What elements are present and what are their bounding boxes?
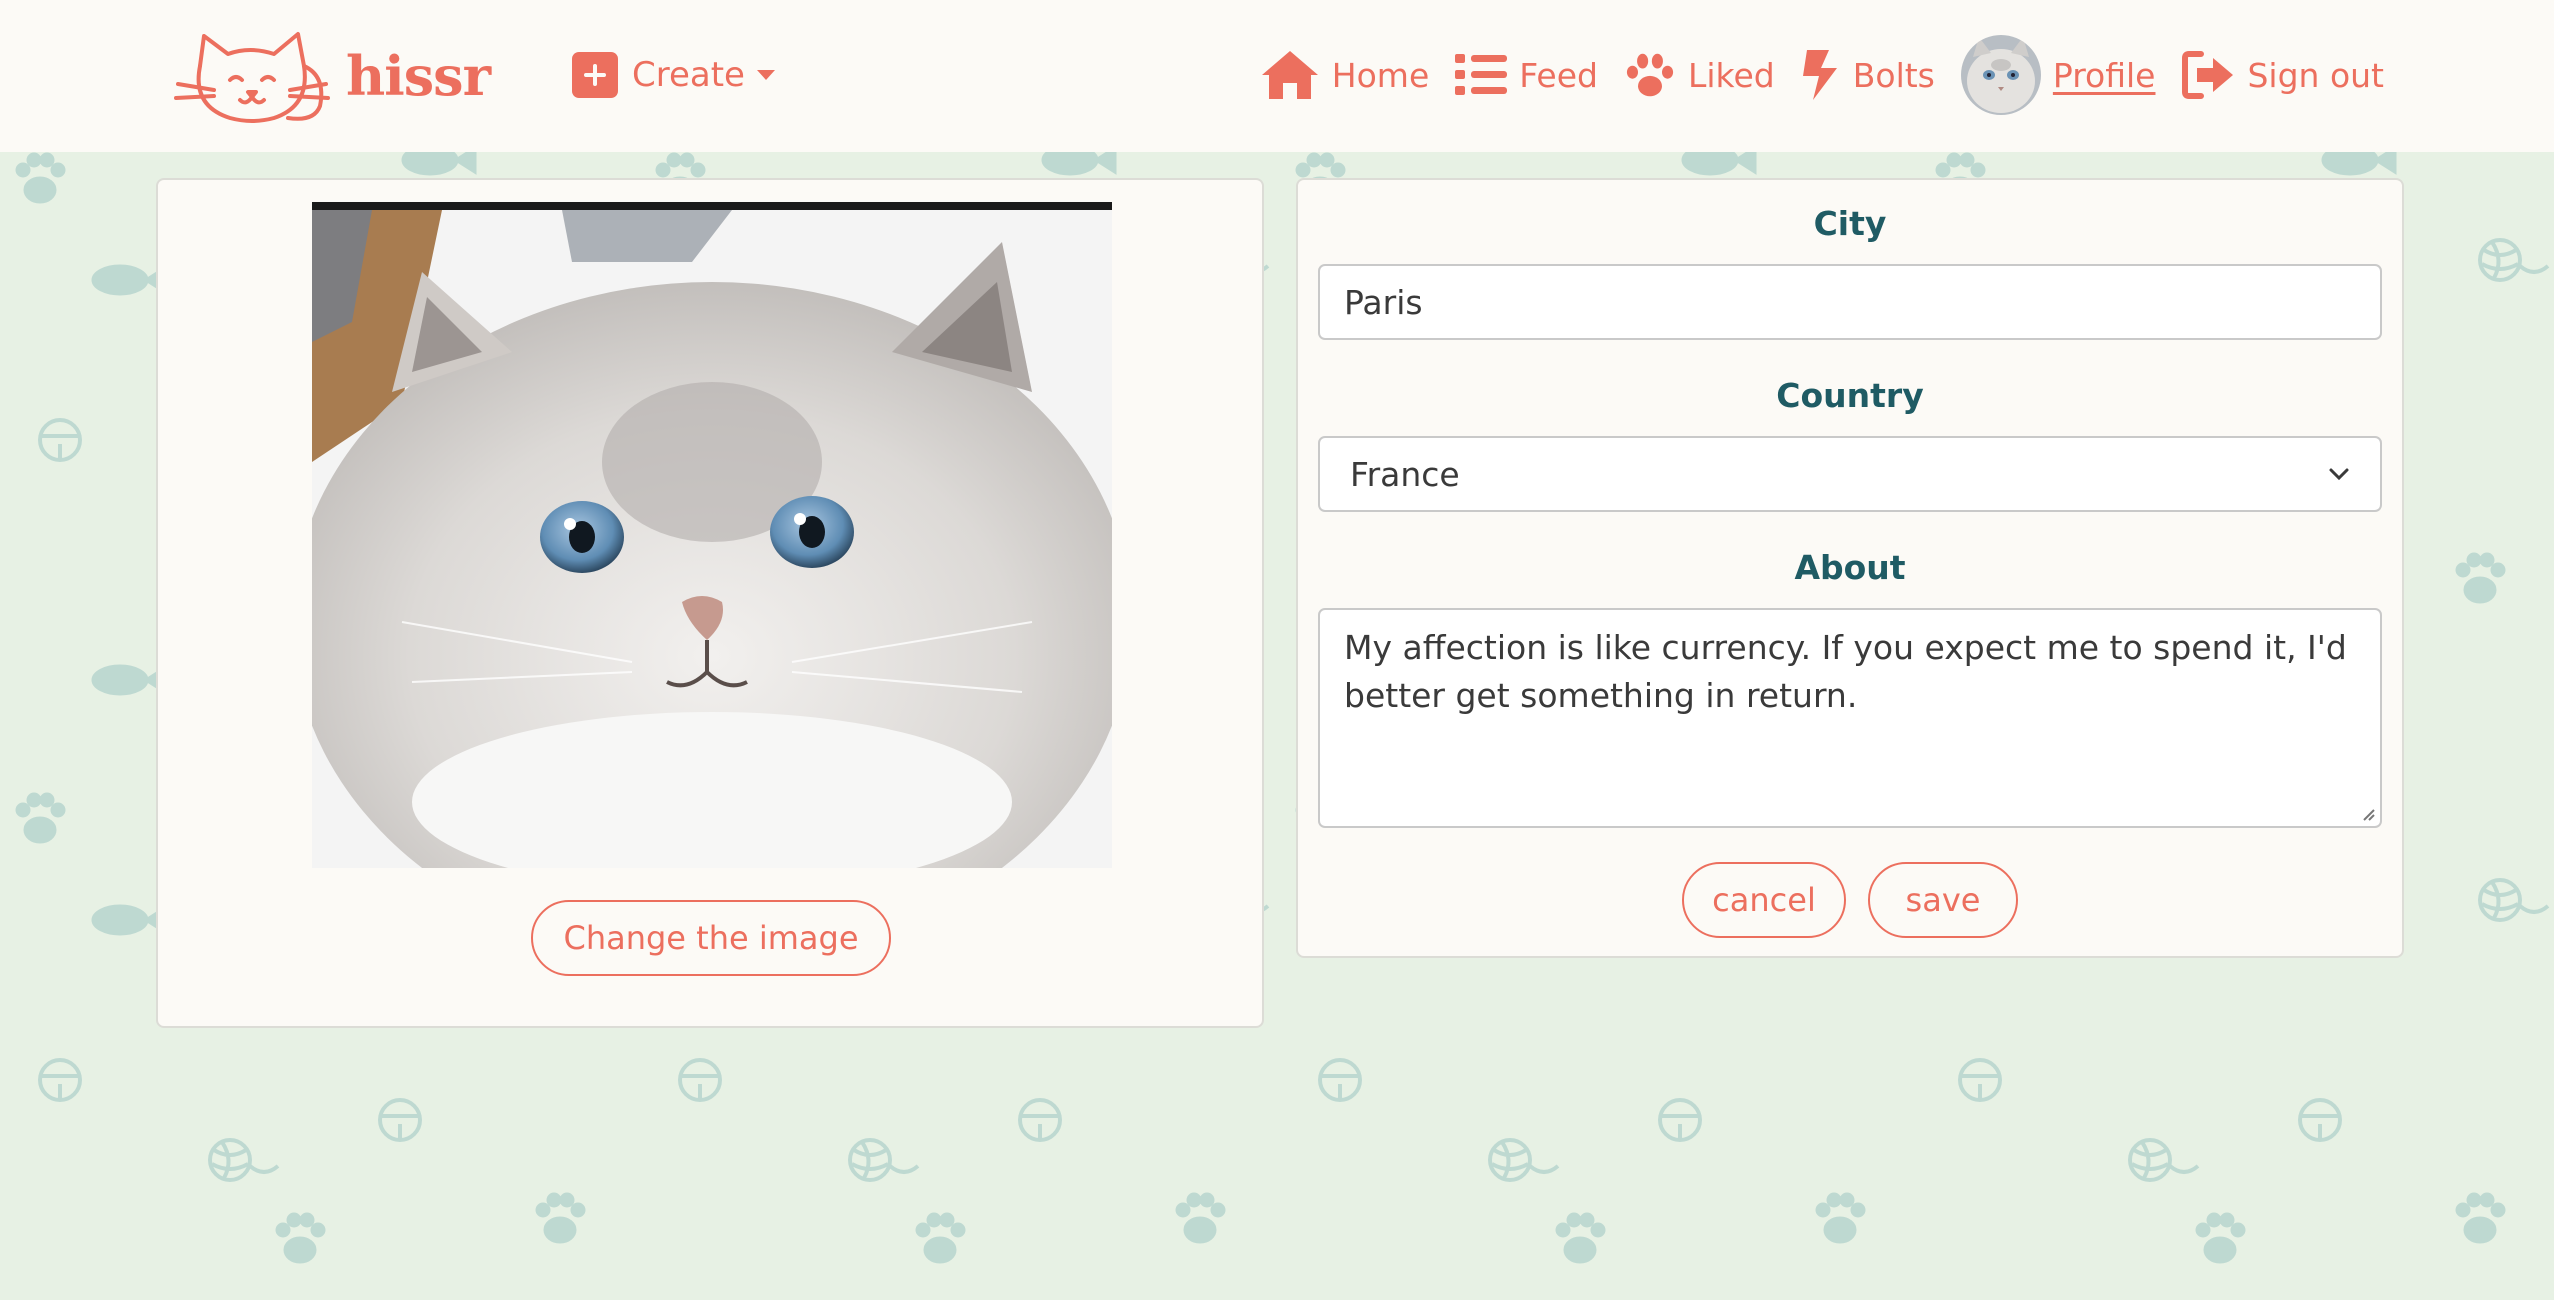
list-icon	[1455, 54, 1508, 95]
country-label: Country	[1776, 376, 1924, 415]
nav-liked[interactable]: Liked	[1624, 51, 1775, 99]
nav-feed-label: Feed	[1519, 55, 1598, 95]
nav-profile[interactable]: Profile	[1960, 35, 2156, 115]
brand-name: hissr	[346, 44, 491, 108]
about-label: About	[1794, 548, 1906, 587]
nav-signout[interactable]: Sign out	[2181, 50, 2384, 100]
resize-handle-icon[interactable]	[2360, 806, 2376, 822]
nav-signout-label: Sign out	[2247, 55, 2384, 95]
brand-link[interactable]: hissr	[170, 26, 491, 126]
nav-home[interactable]: Home	[1260, 49, 1429, 101]
cancel-button[interactable]: cancel	[1682, 862, 1846, 938]
profile-form-card: City Paris Country France About My affec…	[1296, 178, 2404, 958]
create-label: Create	[632, 55, 745, 95]
country-select[interactable]: France	[1318, 436, 2382, 512]
nav-liked-label: Liked	[1687, 55, 1775, 95]
nav-home-label: Home	[1331, 55, 1430, 95]
chevron-down-icon	[2329, 468, 2349, 481]
image-card: Change the image	[156, 178, 1264, 1028]
sign-out-icon	[2182, 51, 2234, 99]
nav-bolts-label: Bolts	[1852, 55, 1935, 95]
caret-down-icon	[756, 70, 775, 80]
home-icon	[1261, 51, 1318, 99]
about-textarea[interactable]: My affection is like currency. If you ex…	[1318, 608, 2382, 828]
create-dropdown[interactable]: Create	[572, 50, 775, 100]
avatar	[1960, 35, 2041, 115]
nav-bolts[interactable]: Bolts	[1801, 48, 1935, 102]
about-value: My affection is like currency. If you ex…	[1344, 628, 2347, 715]
change-image-button[interactable]: Change the image	[531, 900, 891, 976]
city-label: City	[1813, 204, 1887, 243]
nav-profile-label: Profile	[2052, 55, 2156, 95]
save-button[interactable]: save	[1868, 862, 2018, 938]
cat-logo-icon	[174, 32, 330, 123]
cat-photo	[312, 202, 1112, 868]
country-value: France	[1350, 454, 1460, 494]
paw-icon	[1626, 53, 1674, 97]
city-value: Paris	[1344, 282, 1423, 322]
plus-square-icon	[572, 52, 618, 98]
nav-links: Home Feed Liked Bolts Profile Sign out	[1234, 30, 2384, 120]
nav-feed[interactable]: Feed	[1455, 52, 1598, 98]
city-input[interactable]: Paris	[1318, 264, 2382, 340]
top-navbar: hissr Create Home Feed Liked Bolts Profi…	[0, 0, 2554, 152]
bolt-icon	[1802, 50, 1837, 100]
